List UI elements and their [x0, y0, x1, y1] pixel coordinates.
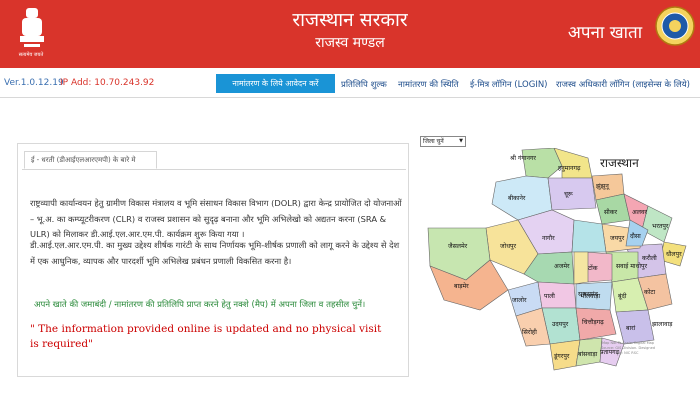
map-title: राजस्थान: [600, 156, 639, 170]
map-label: करौली: [642, 254, 657, 262]
map-label: बाड़मेर: [454, 282, 469, 290]
map-label: धौलपुर: [666, 250, 682, 258]
map-label: चित्तौड़गढ़: [582, 318, 604, 326]
tab-underline: [22, 169, 406, 170]
map-label: टोंक: [588, 264, 598, 272]
map-label: बांसवाड़ा: [578, 350, 598, 358]
map-label: पाली: [544, 292, 555, 300]
map-label: सीकर: [604, 208, 618, 216]
map-label: अजमेर: [554, 262, 570, 270]
map-credit: Map Not To Scale. Digital Map Source: GI…: [601, 341, 655, 355]
map-district-shape[interactable]: [573, 251, 589, 285]
map-label: चूरू: [564, 191, 573, 198]
map-label: जोधपुर: [500, 242, 517, 250]
map-label: बीकानेर: [508, 194, 526, 202]
map-label: नागौर: [542, 234, 555, 242]
no-visit-notice: " The information provided online is upd…: [30, 323, 382, 350]
map-label: दौसा: [630, 232, 641, 240]
map-label: उदयपुर: [552, 321, 569, 328]
map-label: जैसलमेर: [448, 242, 468, 250]
map-label: सिरोही: [522, 328, 537, 336]
map-label: भीलवाड़ा: [580, 292, 601, 300]
map-label: हनुमानगढ़: [558, 165, 581, 172]
nav-separator: [0, 97, 700, 98]
header-title: राजस्थान सरकार: [292, 9, 408, 31]
map-district-shape[interactable]: [571, 219, 607, 253]
tab-about-edharti[interactable]: ई - धरती (डीआईएलआरएमपी) के बारे मे: [24, 151, 157, 169]
map-label: अलवर: [632, 209, 647, 216]
map-label: सवाई माधोपुर: [616, 262, 647, 270]
about-paragraph-1: राष्ट्रव्यापी कार्यान्वयन हेतु ग्रामीण व…: [30, 198, 402, 239]
about-panel: ई - धरती (डीआईएलआरएमपी) के बारे मे राष्ट…: [17, 143, 409, 377]
district-select[interactable]: जिला चुनें ▼: [420, 136, 466, 147]
map-label: झुंझुनू: [596, 182, 610, 190]
map-label: जालोर: [512, 296, 527, 304]
map-label: श्री गंगानगर: [510, 154, 536, 162]
revenue-board-seal-icon: [655, 6, 695, 46]
nav-emitra-login[interactable]: ई-मित्र लॉगिन (LOGIN): [470, 79, 548, 90]
map-label: कोटा: [644, 288, 655, 296]
about-paragraph-2: डी.आई.एल.आर.एम.पी. का मुख्य उद्देश्य शीर…: [30, 240, 400, 266]
map-label: जयपुर: [610, 235, 625, 242]
apply-mutation-button[interactable]: नामांतरण के लिये आवेदन करें: [216, 74, 335, 93]
map-label: बूंदी: [618, 292, 627, 300]
district-select-value: जिला चुनें: [423, 138, 444, 145]
map-label: भरतपुर: [652, 223, 669, 230]
site-header: सत्यमेव जयते राजस्थान सरकार राजस्व मण्डल…: [0, 0, 700, 68]
map-label: डूंगरपुर: [553, 352, 570, 360]
version-label: Ver.1.0.12.19: [4, 78, 64, 88]
nav-revenue-officer-login[interactable]: राजस्व अधिकारी लॉगिन (लाइसेन्स के लिये): [556, 79, 690, 90]
nav-mutation-status[interactable]: नामांतरण की स्थिति: [398, 79, 459, 90]
header-subtitle: राजस्व मण्डल: [315, 35, 385, 51]
emblem-caption: सत्यमेव जयते: [18, 52, 44, 58]
nav-copy-fee[interactable]: प्रतिलिपि शुल्क: [341, 79, 387, 90]
map-instruction-text: अपने खाते की जमाबंदी / नामांतरण की प्रति…: [34, 300, 366, 310]
chevron-down-icon: ▼: [459, 138, 463, 144]
map-label: बारां: [626, 324, 636, 332]
map-label: झालावाड़: [652, 321, 673, 328]
ip-address-label: IP Add: 10.70.243.92: [60, 78, 155, 88]
